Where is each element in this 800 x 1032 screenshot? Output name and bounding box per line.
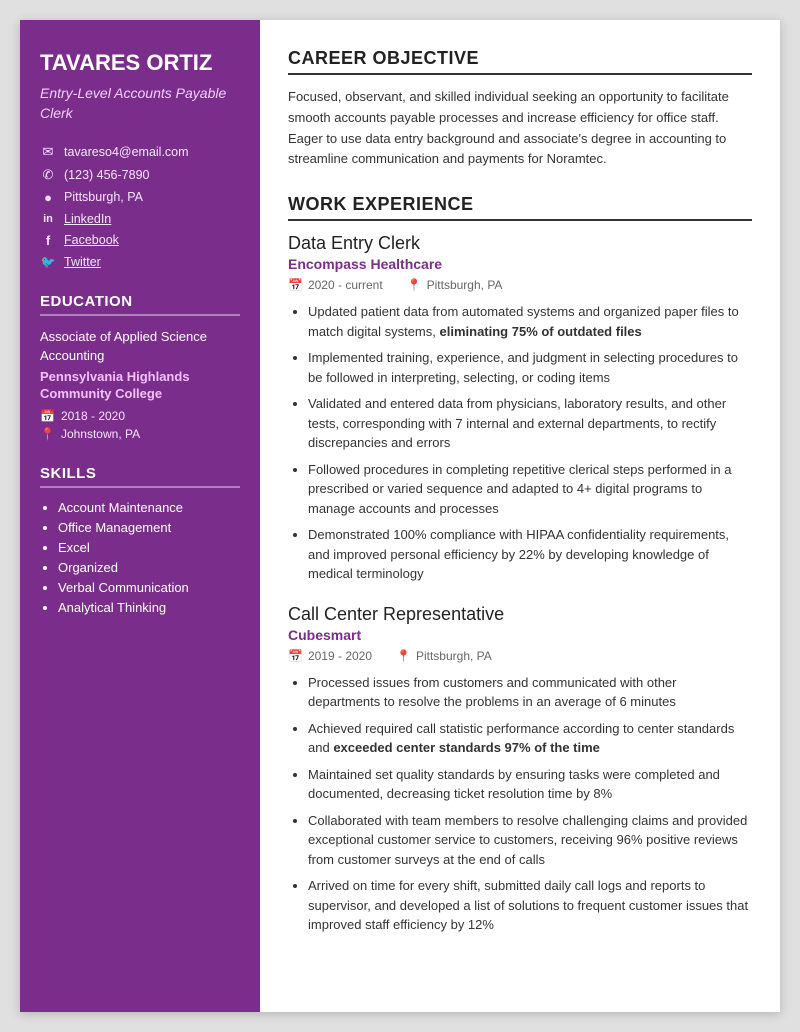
job-2-company: Cubesmart: [288, 627, 752, 643]
job-1-meta: 📅 2020 - current 📍 Pittsburgh, PA: [288, 278, 752, 292]
skill-item: Verbal Communication: [58, 580, 240, 595]
sidebar: TAVARES ORTIZ Entry-Level Accounts Payab…: [20, 20, 260, 1012]
bullet-item: Followed procedures in completing repeti…: [308, 460, 752, 519]
skill-item: Analytical Thinking: [58, 600, 240, 615]
contact-email: ✉ tavareso4@email.com: [40, 144, 240, 160]
calendar-icon: 📅: [288, 278, 303, 292]
contact-list: ✉ tavareso4@email.com ✆ (123) 456-7890 ●…: [40, 144, 240, 269]
job-2: Call Center Representative Cubesmart 📅 2…: [288, 604, 752, 935]
job-2-years: 📅 2019 - 2020: [288, 649, 372, 663]
job-1-years: 📅 2020 - current: [288, 278, 383, 292]
contact-location: ● Pittsburgh, PA: [40, 190, 240, 205]
job-2-meta: 📅 2019 - 2020 📍 Pittsburgh, PA: [288, 649, 752, 663]
skill-item: Account Maintenance: [58, 500, 240, 515]
linkedin-icon: in: [40, 213, 56, 225]
skills-list: Account Maintenance Office Management Ex…: [40, 500, 240, 615]
career-objective-text: Focused, observant, and skilled individu…: [288, 87, 752, 170]
work-experience-heading: WORK EXPERIENCE: [288, 194, 752, 221]
phone-icon: ✆: [40, 167, 56, 183]
candidate-title: Entry-Level Accounts Payable Clerk: [40, 84, 240, 123]
candidate-name: TAVARES ORTIZ: [40, 50, 240, 76]
bullet-item: Implemented training, experience, and ju…: [308, 348, 752, 387]
job-2-bullets: Processed issues from customers and comm…: [288, 673, 752, 935]
bullet-item: Collaborated with team members to resolv…: [308, 811, 752, 870]
job-1: Data Entry Clerk Encompass Healthcare 📅 …: [288, 233, 752, 584]
location-icon: ●: [40, 190, 56, 205]
contact-twitter[interactable]: 🐦 Twitter: [40, 255, 240, 269]
pin-icon: 📍: [407, 278, 422, 292]
edu-years: 📅 2018 - 2020: [40, 409, 240, 423]
skill-item: Excel: [58, 540, 240, 555]
bullet-item: Arrived on time for every shift, submitt…: [308, 876, 752, 935]
bullet-item: Validated and entered data from physicia…: [308, 394, 752, 453]
facebook-icon: f: [40, 233, 56, 248]
education-heading: EDUCATION: [40, 293, 240, 316]
main-content: CAREER OBJECTIVE Focused, observant, and…: [260, 20, 780, 1012]
skill-item: Office Management: [58, 520, 240, 535]
edu-school: Pennsylvania Highlands Community College: [40, 369, 240, 403]
resume-container: TAVARES ORTIZ Entry-Level Accounts Payab…: [20, 20, 780, 1012]
job-2-title: Call Center Representative: [288, 604, 752, 625]
skill-item: Organized: [58, 560, 240, 575]
bullet-item: Demonstrated 100% compliance with HIPAA …: [308, 525, 752, 584]
job-1-company: Encompass Healthcare: [288, 256, 752, 272]
contact-phone: ✆ (123) 456-7890: [40, 167, 240, 183]
bullet-item: Achieved required call statistic perform…: [308, 719, 752, 758]
job-1-location: 📍 Pittsburgh, PA: [407, 278, 503, 292]
edu-major: Accounting: [40, 348, 240, 363]
contact-facebook[interactable]: f Facebook: [40, 233, 240, 248]
bullet-item: Updated patient data from automated syst…: [308, 302, 752, 341]
edu-location: 📍 Johnstown, PA: [40, 427, 240, 441]
edu-degree: Associate of Applied Science: [40, 328, 240, 346]
calendar-icon: 📅: [288, 649, 303, 663]
job-1-title: Data Entry Clerk: [288, 233, 752, 254]
contact-linkedin[interactable]: in LinkedIn: [40, 212, 240, 226]
twitter-icon: 🐦: [40, 255, 56, 269]
email-icon: ✉: [40, 144, 56, 160]
skills-heading: SKILLS: [40, 465, 240, 488]
job-2-location: 📍 Pittsburgh, PA: [396, 649, 492, 663]
bullet-item: Maintained set quality standards by ensu…: [308, 765, 752, 804]
career-objective-heading: CAREER OBJECTIVE: [288, 48, 752, 75]
job-1-bullets: Updated patient data from automated syst…: [288, 302, 752, 584]
pin-icon: 📍: [396, 649, 411, 663]
bullet-item: Processed issues from customers and comm…: [308, 673, 752, 712]
pin-icon: 📍: [40, 427, 55, 441]
calendar-icon: 📅: [40, 409, 55, 423]
